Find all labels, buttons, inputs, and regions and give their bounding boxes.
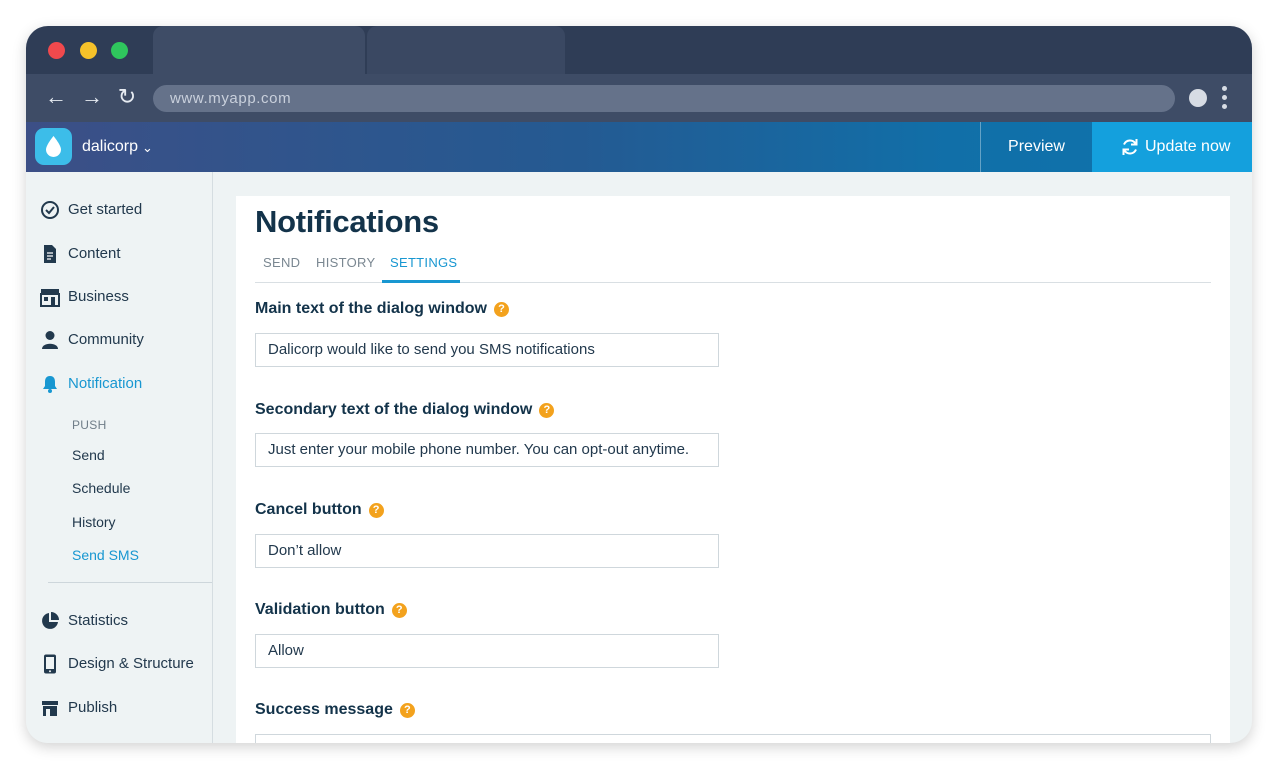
browser-window: ← → ↻ www.myapp.com dalicorp ⌄ Preview U… — [26, 26, 1252, 743]
field-label-text: Validation button — [255, 601, 385, 618]
field-label-text: Secondary text of the dialog window — [255, 401, 533, 418]
field-label-cancel-button: Cancel button? — [255, 501, 384, 519]
sidebar-subitem-send[interactable]: Send — [72, 446, 105, 464]
tab-send[interactable]: SEND — [263, 255, 300, 270]
forward-arrow-icon[interactable]: → — [79, 84, 105, 110]
sidebar-item-community[interactable]: Community — [26, 325, 213, 355]
sidebar-item-label: Publish — [68, 699, 118, 716]
page-title: Notifications — [255, 204, 439, 239]
help-icon[interactable]: ? — [368, 503, 384, 518]
field-label-success-message: Success message? — [255, 701, 415, 719]
tab-settings[interactable]: SETTINGS — [390, 255, 457, 270]
main-text-input[interactable]: Dalicorp would like to send you SMS noti… — [255, 333, 719, 367]
browser-tab-bar — [26, 26, 1252, 74]
field-label-text: Success message — [255, 701, 393, 718]
check-circle-icon — [41, 201, 59, 219]
org-switcher-label[interactable]: dalicorp — [82, 136, 138, 158]
storefront-icon — [40, 289, 60, 307]
reload-icon[interactable]: ↻ — [114, 84, 140, 110]
sidebar-item-business[interactable]: Business — [26, 282, 213, 312]
secondary-text-input[interactable]: Just enter your mobile phone number. You… — [255, 433, 719, 467]
close-window-button[interactable] — [48, 42, 65, 59]
back-arrow-icon[interactable]: ← — [43, 84, 69, 110]
pie-chart-icon — [42, 612, 59, 629]
sync-icon — [1122, 139, 1138, 155]
chevron-down-icon[interactable]: ⌄ — [142, 137, 153, 159]
url-field[interactable]: www.myapp.com — [153, 85, 1175, 112]
sidebar-subitem-history[interactable]: History — [72, 513, 116, 531]
field-label-validation-button: Validation button? — [255, 601, 407, 619]
bell-icon — [43, 376, 57, 393]
person-icon — [42, 331, 58, 349]
sidebar-divider — [48, 582, 212, 583]
sidebar-item-label: Get started — [68, 201, 143, 218]
app-logo[interactable] — [35, 128, 72, 165]
success-message-input[interactable] — [255, 734, 1211, 743]
field-label-main-text: Main text of the dialog window? — [255, 300, 509, 318]
help-icon[interactable]: ? — [391, 603, 407, 618]
update-now-button[interactable]: Update now — [1092, 122, 1252, 172]
sidebar-subitem-schedule[interactable]: Schedule — [72, 479, 130, 497]
field-label-text: Main text of the dialog window — [255, 300, 487, 317]
sidebar-item-label: Business — [68, 288, 129, 305]
sidebar-item-notification[interactable]: Notification — [26, 369, 213, 399]
kebab-menu-icon[interactable] — [1222, 86, 1228, 110]
sidebar-item-publish[interactable]: Publish — [26, 693, 213, 723]
sidebar-item-statistics[interactable]: Statistics — [26, 606, 213, 636]
tab-history[interactable]: HISTORY — [316, 255, 375, 270]
help-icon[interactable]: ? — [539, 403, 555, 418]
active-tab-indicator — [382, 280, 460, 283]
validation-button-text-input[interactable]: Allow — [255, 634, 719, 668]
browser-tab[interactable] — [367, 26, 565, 74]
water-drop-icon — [46, 136, 61, 157]
update-now-label: Update now — [1145, 138, 1231, 155]
help-icon[interactable]: ? — [494, 302, 509, 317]
field-label-text: Cancel button — [255, 501, 362, 518]
sidebar-item-label: Community — [68, 331, 144, 348]
sidebar-item-label: Content — [68, 245, 121, 262]
help-icon[interactable]: ? — [399, 703, 415, 718]
minimize-window-button[interactable] — [80, 42, 97, 59]
sidebar-item-design-structure[interactable]: Design & Structure — [26, 649, 213, 679]
document-icon — [44, 245, 56, 263]
maximize-window-button[interactable] — [111, 42, 128, 59]
browser-address-bar: ← → ↻ www.myapp.com — [26, 74, 1252, 122]
notifications-tabs: SEND HISTORY SETTINGS — [255, 252, 1211, 283]
settings-card: Notifications SEND HISTORY SETTINGS Main… — [236, 196, 1230, 743]
push-section-heading: PUSH — [72, 418, 107, 432]
sidebar-item-content[interactable]: Content — [26, 239, 213, 269]
app-header: dalicorp ⌄ Preview Update now — [26, 122, 1252, 172]
browser-tab-active[interactable] — [153, 26, 365, 74]
sidebar-item-label: Statistics — [68, 612, 129, 629]
sidebar: Get started Content Business Community N… — [26, 172, 213, 743]
profile-icon[interactable] — [1189, 89, 1207, 107]
field-label-secondary-text: Secondary text of the dialog window? — [255, 401, 555, 419]
sidebar-subitem-send-sms[interactable]: Send SMS — [72, 546, 139, 564]
preview-button[interactable]: Preview — [980, 122, 1092, 172]
sidebar-item-label: Notification — [68, 375, 143, 392]
sidebar-item-get-started[interactable]: Get started — [26, 195, 213, 225]
phone-icon — [44, 654, 56, 674]
cancel-button-text-input[interactable]: Don’t allow — [255, 534, 719, 568]
shop-icon — [42, 701, 58, 716]
sidebar-item-label: Design & Structure — [68, 655, 194, 672]
